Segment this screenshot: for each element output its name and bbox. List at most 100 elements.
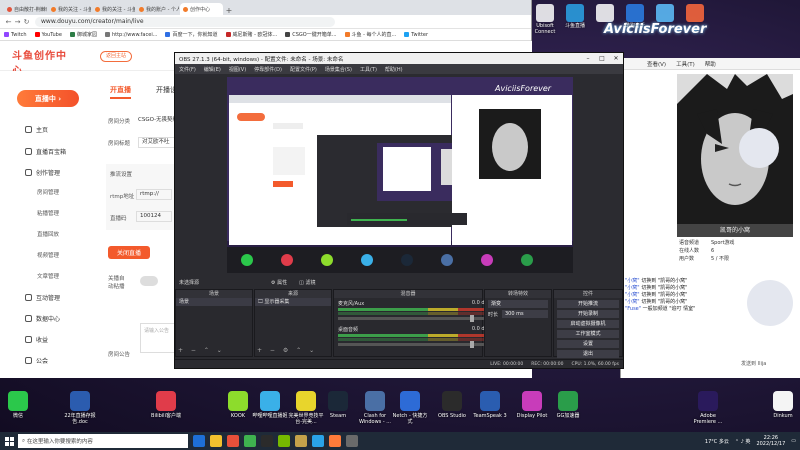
sidebar-subitem[interactable]: 视频管理 <box>37 251 59 259</box>
start-button[interactable] <box>0 432 18 450</box>
desktop-shortcut[interactable] <box>652 4 678 22</box>
volume-slider[interactable] <box>338 341 488 348</box>
new-tab-icon[interactable]: + <box>224 6 234 15</box>
transition-type-select[interactable]: 渐变 <box>488 300 548 308</box>
desktop-shortcut[interactable]: Dinkum <box>765 391 800 419</box>
taskbar-app-icon[interactable] <box>261 435 273 447</box>
desktop-shortcut[interactable]: Clash for Windows - ... <box>357 391 393 425</box>
sidebar-item[interactable]: 直播百宝箱 <box>25 147 66 156</box>
sidebar-item[interactable]: 收益 <box>25 335 48 344</box>
douyu-logo[interactable]: 斗鱼创作中心 DOUYU CREATION CENTER <box>12 47 74 81</box>
back-icon[interactable]: ← <box>4 18 13 26</box>
browser-tab[interactable]: 创作中心 <box>180 3 223 15</box>
desktop-shortcut[interactable]: KOOK <box>220 391 256 419</box>
auto-replay-toggle[interactable] <box>140 276 158 286</box>
desktop-shortcut[interactable]: Steam <box>320 391 356 419</box>
browser-tab[interactable]: 自由散打-荆棘爸爸 <box>4 3 47 15</box>
obs-menu-item[interactable]: 编辑(E) <box>204 66 221 73</box>
desktop-shortcut[interactable]: Display Pilot <box>514 391 550 419</box>
minimize-icon[interactable]: – <box>581 55 595 62</box>
desktop-shortcut[interactable]: 哔哩哔哩直播姬 <box>252 391 288 419</box>
filters-button[interactable]: ◫ 滤镜 <box>299 279 315 286</box>
notification-icon[interactable]: ▭ <box>791 438 796 444</box>
desktop-shortcut[interactable]: TeamSpeak 3 <box>472 391 508 419</box>
source-controls[interactable]: + − ⚙ ⌃ ⌄ <box>257 347 317 354</box>
sidebar-subitem[interactable]: 粘播管理 <box>37 209 59 217</box>
menu-help[interactable]: 帮助 <box>705 60 716 68</box>
taskbar-app-icon[interactable] <box>295 435 307 447</box>
desktop-shortcut[interactable]: Ubisoft Connect <box>532 4 558 35</box>
control-button[interactable]: 设置 <box>557 340 619 348</box>
close-icon[interactable]: ✕ <box>609 55 623 62</box>
sidebar-subitem[interactable]: 文章管理 <box>37 272 59 280</box>
control-button[interactable]: 启动虚拟摄像机 <box>557 320 619 328</box>
menu-tools[interactable]: 工具(T) <box>676 60 695 68</box>
obs-menu-item[interactable]: 停靠部件(D) <box>254 66 282 73</box>
source-item[interactable]: 🖵 显示器采集 <box>255 298 331 306</box>
clock[interactable]: 22:26 2022/12/17 <box>756 435 785 447</box>
taskbar-search[interactable]: ⌕ 在这里输入你要搜索的内容 <box>18 434 188 448</box>
transition-duration-input[interactable]: 300 ms <box>502 310 548 318</box>
sidebar-subitem[interactable]: 房间管理 <box>37 188 59 196</box>
taskbar-app-icon[interactable] <box>312 435 324 447</box>
desktop-shortcut[interactable]: Netch - 快捷方式 <box>392 391 428 425</box>
desktop-shortcut[interactable] <box>592 4 618 22</box>
taskbar-app-icon[interactable] <box>346 435 358 447</box>
room-category-value[interactable]: CSGO-无畏契约 <box>138 115 178 125</box>
bookmark-item[interactable]: Twitter <box>404 32 428 38</box>
bookmark-item[interactable]: 百度一下，你就知道 <box>165 31 218 38</box>
bookmark-item[interactable]: 斗鱼 - 每个人的直... <box>344 31 396 38</box>
obs-menu-item[interactable]: 视图(V) <box>229 66 246 73</box>
desktop-shortcut[interactable]: GG加速器 <box>550 391 586 419</box>
desktop-shortcut[interactable]: Bilibili客户端 <box>148 391 184 419</box>
obs-menu-item[interactable]: 配置文件(P) <box>290 66 317 73</box>
desktop-shortcut[interactable]: Adobe Premiere ... <box>690 391 726 425</box>
obs-menu-item[interactable]: 帮助(H) <box>385 66 403 73</box>
taskbar-app-icon[interactable] <box>329 435 341 447</box>
bookmark-item[interactable]: YouTube <box>34 32 62 38</box>
tray-icons[interactable]: ⌃ ♪ 英 <box>735 438 751 445</box>
volume-slider-knob[interactable] <box>470 341 474 348</box>
scene-controls[interactable]: + − ⌃ ⌄ <box>178 347 225 354</box>
obs-menu-item[interactable]: 工具(T) <box>360 66 377 73</box>
desktop-shortcut[interactable]: 斗鱼直播 <box>562 4 588 29</box>
sidebar-item[interactable]: 主页 <box>25 125 48 134</box>
stream-code-input[interactable]: 100124 <box>136 211 172 222</box>
sidebar-item[interactable]: 公会 <box>25 356 48 365</box>
control-button[interactable]: 开始推流 <box>557 300 619 308</box>
bookmark-item[interactable]: 威尼斯赌 - 欧冠体... <box>225 31 277 38</box>
taskbar-app-icon[interactable] <box>278 435 290 447</box>
bookmark-item[interactable]: http://www.facei... <box>104 32 157 38</box>
desktop-shortcut[interactable]: OBS Studio <box>434 391 470 419</box>
url-input[interactable] <box>35 16 335 27</box>
obs-menu-item[interactable]: 文件(F) <box>179 66 196 73</box>
reload-icon[interactable]: ↻ <box>22 18 31 26</box>
volume-slider[interactable] <box>338 315 488 322</box>
menu-view[interactable]: 查看(V) <box>647 60 666 68</box>
sidebar-item[interactable]: 互动管理 <box>25 293 60 302</box>
maximize-icon[interactable]: □ <box>595 55 609 62</box>
obs-preview-canvas[interactable]: AviciisForever <box>227 77 573 273</box>
taskbar-app-icon[interactable] <box>227 435 239 447</box>
browser-tab[interactable]: 我的账户 - 个人中心 - 斗鱼 <box>136 3 179 15</box>
live-status-button[interactable]: 直播中 › <box>17 90 79 107</box>
taskbar-app-icon[interactable] <box>210 435 222 447</box>
sidebar-subitem[interactable]: 直播回放 <box>37 230 59 238</box>
taskbar-app-icon[interactable] <box>244 435 256 447</box>
volume-slider-knob[interactable] <box>470 315 474 322</box>
control-button[interactable]: 开始录制 <box>557 310 619 318</box>
back-home-button[interactable]: 返回主站 <box>100 51 133 62</box>
desktop-shortcut[interactable]: 微信 <box>0 391 36 419</box>
sidebar-item[interactable]: 创作管理 <box>25 168 60 177</box>
obs-menu-item[interactable]: 场景集合(S) <box>325 66 352 73</box>
rtmp-input[interactable]: rtmp:// <box>136 189 172 200</box>
browser-tab[interactable]: 我的关注 - 斗鱼 <box>92 3 135 15</box>
browser-tab[interactable]: 我的关注 - 斗鱼 <box>48 3 91 15</box>
close-live-button[interactable]: 关闭直播 <box>108 246 150 259</box>
control-button[interactable]: 工作室模式 <box>557 330 619 338</box>
desktop-shortcut[interactable]: 完美世界竞技平台-完美... <box>288 391 324 425</box>
bookmark-item[interactable]: CSGO一键开箱单... <box>285 31 337 38</box>
sidebar-item[interactable]: 数据中心 <box>25 314 60 323</box>
tab-start-live[interactable]: 开直播 <box>110 85 131 99</box>
properties-button[interactable]: ⚙ 属性 <box>271 279 287 286</box>
